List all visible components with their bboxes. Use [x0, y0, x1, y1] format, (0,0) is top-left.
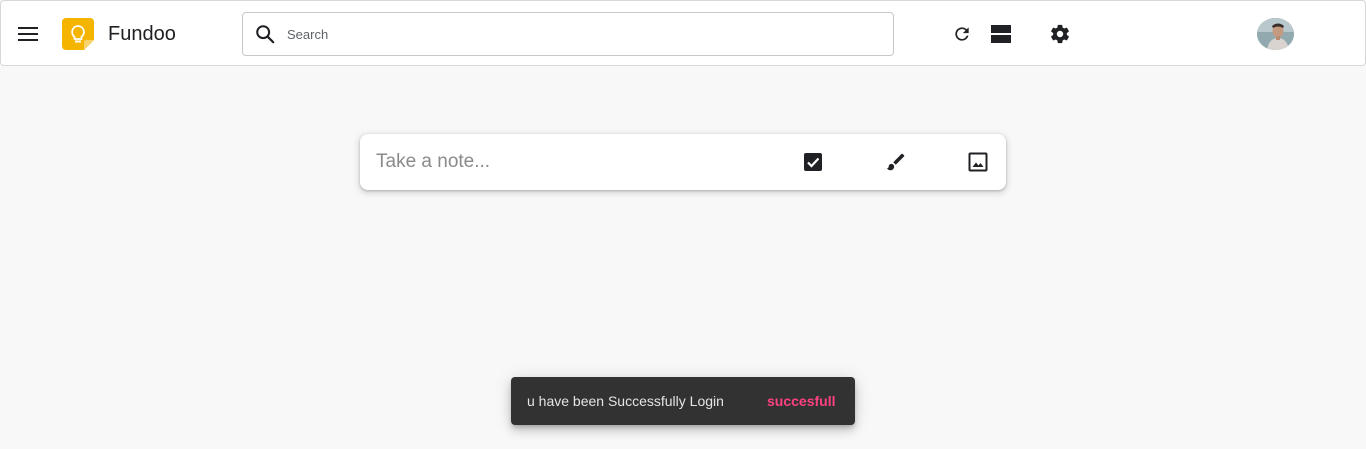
new-image-note-button[interactable] — [966, 150, 990, 174]
take-note-bar[interactable]: Take a note... — [360, 134, 1006, 190]
refresh-button[interactable] — [948, 20, 976, 48]
search-icon[interactable] — [245, 13, 285, 55]
image-icon — [968, 152, 988, 172]
settings-button[interactable] — [1046, 20, 1074, 48]
refresh-icon — [955, 27, 969, 41]
search-input[interactable] — [285, 14, 893, 54]
settings-icon — [1051, 24, 1069, 44]
app-title: Fundoo — [108, 23, 176, 45]
snackbar-action-button[interactable]: succesfull — [767, 392, 835, 410]
brush-icon — [886, 153, 905, 171]
search-bar[interactable] — [242, 12, 894, 56]
new-list-button[interactable] — [801, 150, 825, 174]
lightbulb-logo-icon — [62, 18, 94, 50]
new-drawing-button[interactable] — [884, 150, 908, 174]
list-view-button[interactable] — [987, 20, 1015, 48]
user-photo-icon — [1257, 18, 1294, 50]
menu-icon — [18, 27, 38, 41]
take-note-placeholder[interactable]: Take a note... — [376, 150, 490, 174]
avatar[interactable] — [1257, 18, 1294, 50]
snackbar-message: u have been Successfully Login — [527, 393, 724, 409]
app-header: Fundoo — [0, 0, 1366, 66]
checkbox-icon — [804, 153, 822, 171]
app-logo[interactable] — [62, 18, 94, 50]
main-menu-button[interactable] — [13, 19, 43, 49]
snackbar: u have been Successfully Login succesful… — [511, 377, 855, 425]
view-agenda-icon — [991, 25, 1011, 43]
